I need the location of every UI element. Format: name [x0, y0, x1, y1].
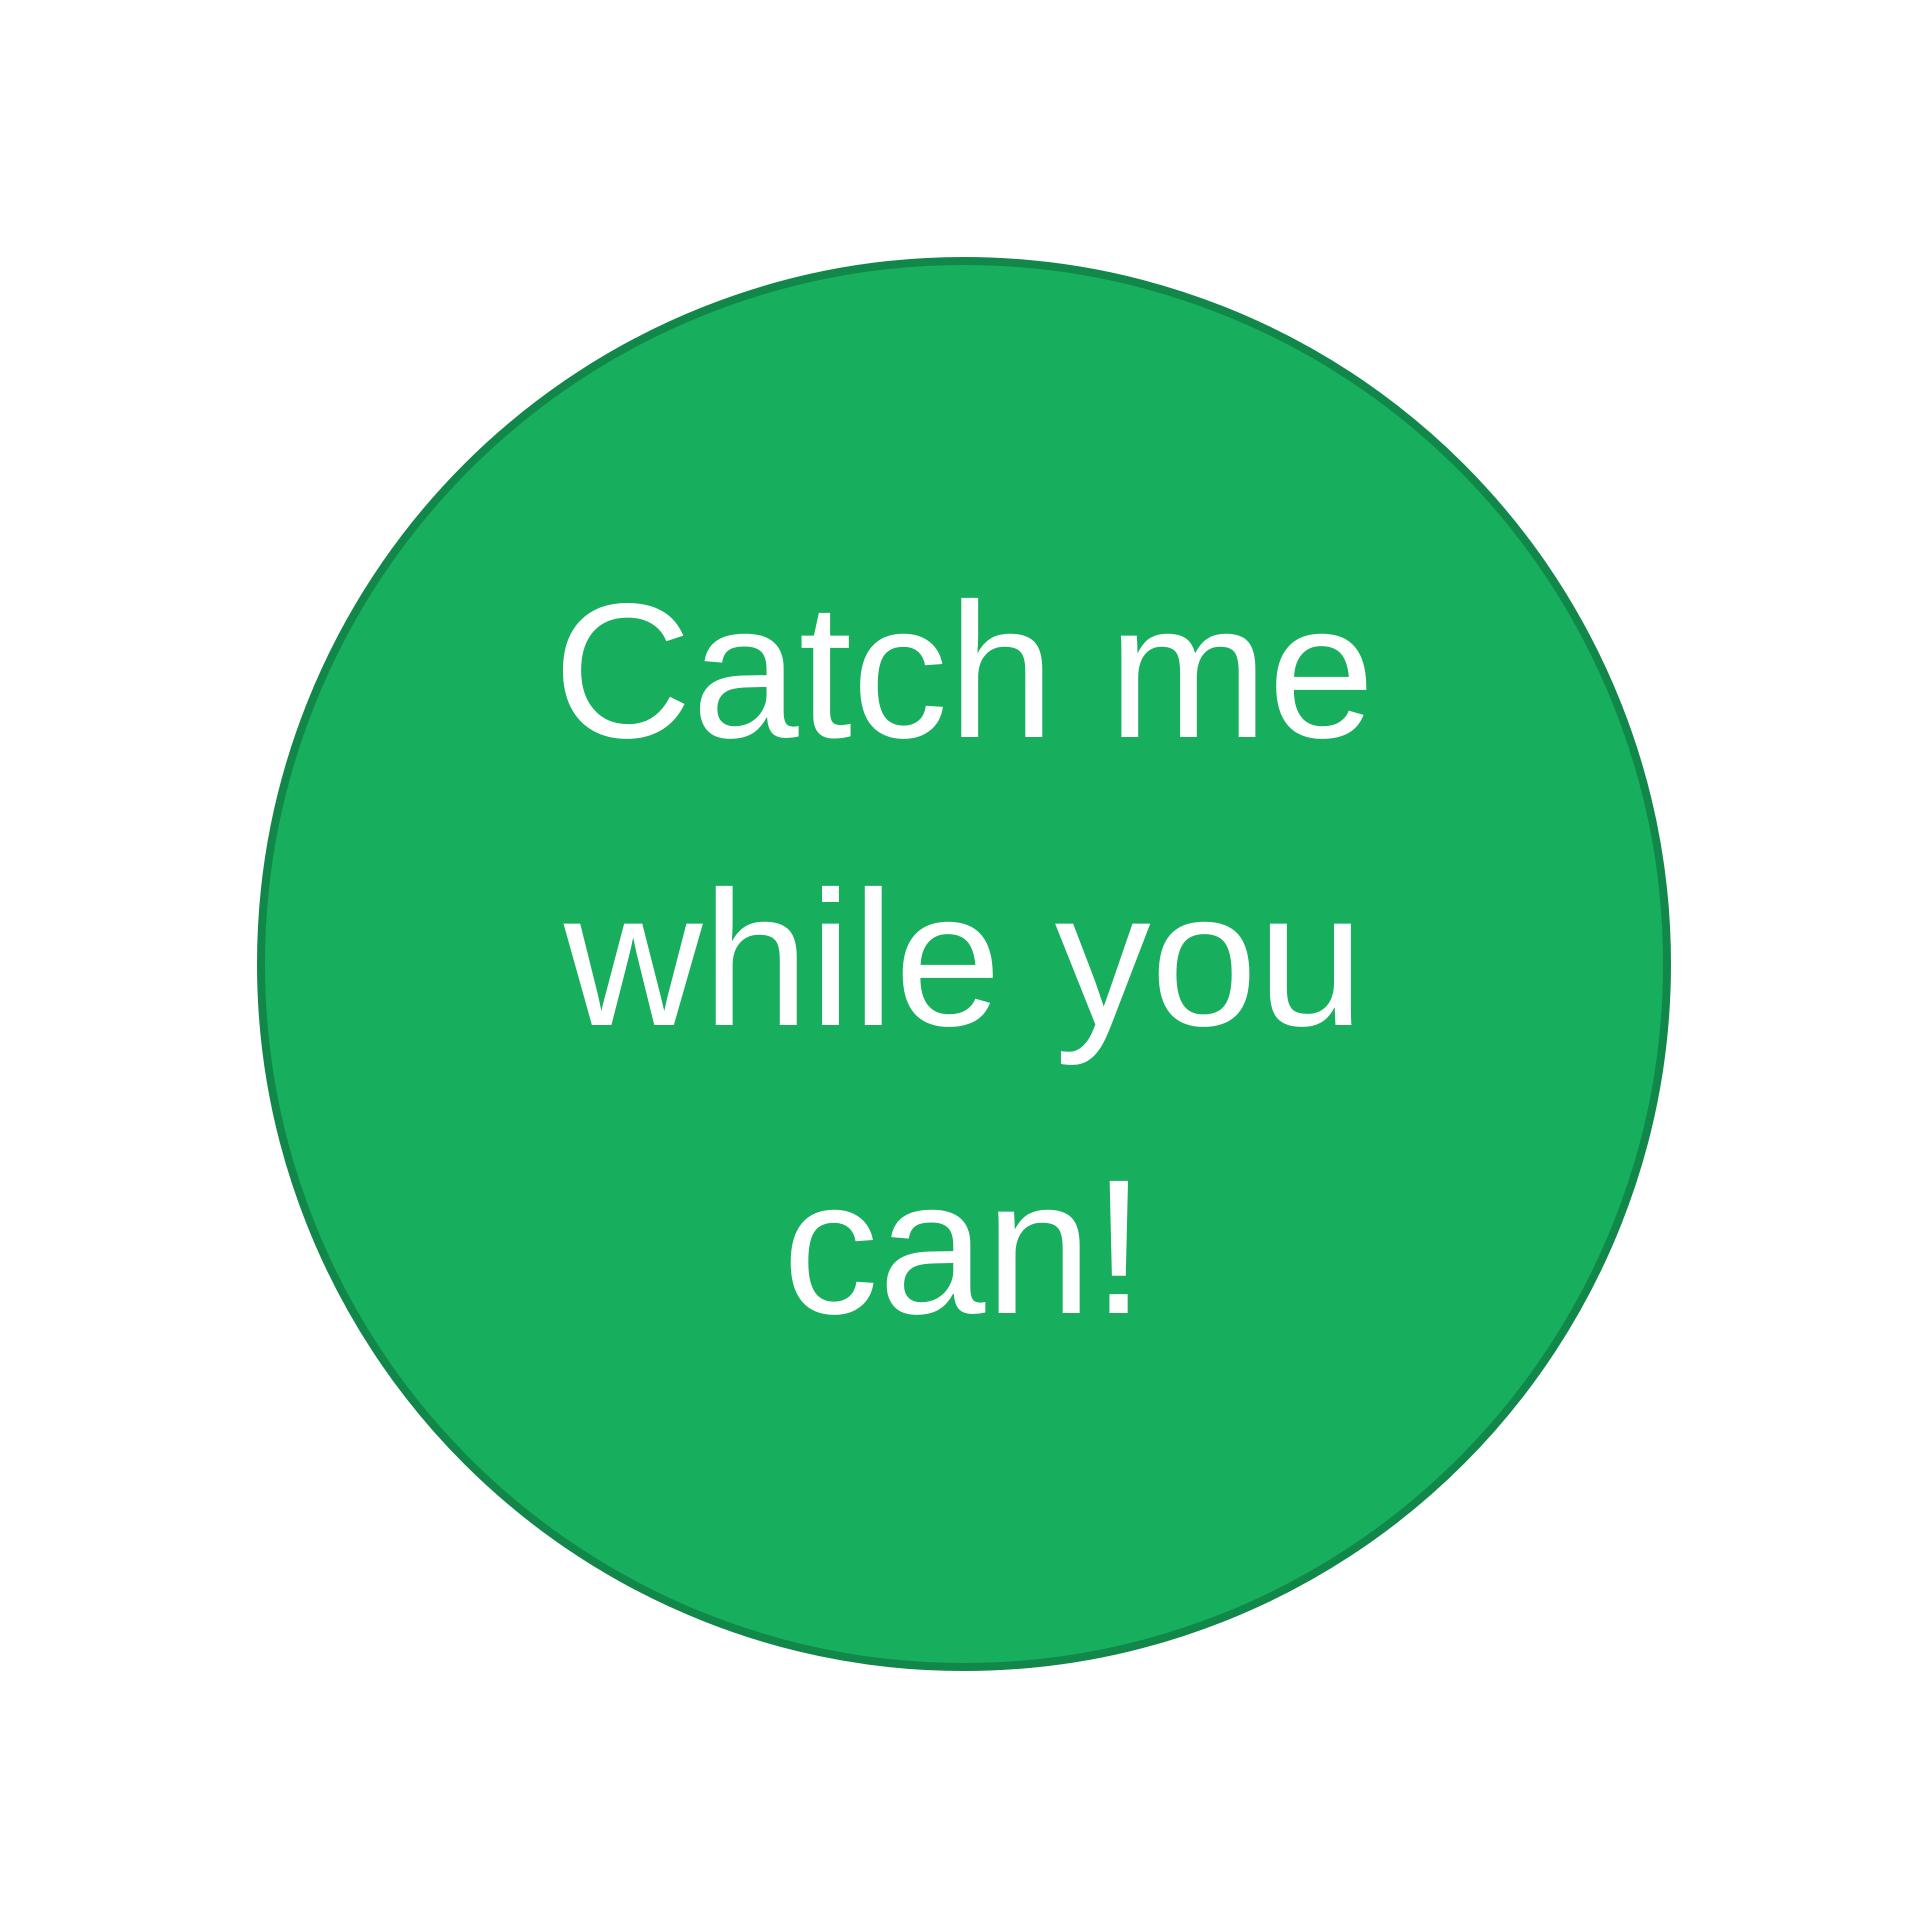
button-label-line-2: while you	[563, 851, 1365, 1066]
button-label-line-3: can!	[782, 1139, 1146, 1354]
button-label-line-1: Catch me	[553, 563, 1375, 778]
canvas: Catch me while you can!	[0, 0, 1928, 1928]
catch-me-button[interactable]: Catch me while you can!	[257, 257, 1671, 1671]
button-label: Catch me while you can!	[514, 527, 1414, 1391]
